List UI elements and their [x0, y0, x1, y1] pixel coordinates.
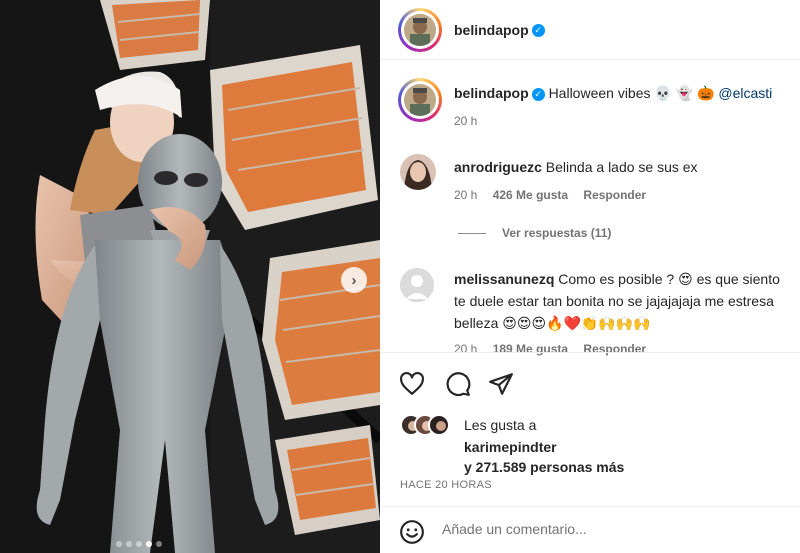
verified-badge-icon: ✓	[531, 24, 545, 38]
comment-text: Belinda a lado se sus ex	[545, 159, 698, 175]
comment-likes[interactable]: 426 Me gusta	[493, 188, 568, 202]
liked-by-avatars	[400, 414, 460, 442]
action-bar	[380, 352, 800, 412]
carousel-dot	[136, 541, 142, 547]
heart-icon[interactable]	[399, 371, 425, 397]
comment-item: melissanunezq Como es posible ? 😍 es que…	[380, 262, 800, 356]
comment-text-line3: belleza	[454, 315, 499, 331]
reply-button[interactable]: Responder	[583, 188, 646, 202]
carousel-dot	[126, 541, 132, 547]
view-replies-label: Ver respuestas (11)	[502, 226, 612, 240]
liked-by-username[interactable]: karimepindter	[464, 439, 557, 455]
caption-time: 20 h	[454, 114, 478, 128]
avatar	[404, 14, 436, 46]
avatar[interactable]	[400, 268, 434, 302]
comment-username[interactable]: anrodriguezc	[454, 159, 542, 175]
avatar	[404, 84, 436, 116]
caption-row: belindapop ✓ Halloween vibes 💀 👻 🎃 @elcas…	[380, 72, 800, 132]
comment-text-line2: te duele estar tan bonita no se jajajaja…	[454, 293, 774, 309]
post-side-panel: belindapop ✓ belindapop ✓ Halloween vibes …	[380, 0, 800, 553]
photo-illustration	[0, 0, 380, 553]
carousel-dots	[116, 541, 162, 547]
likes-count-row: y 271.589 personas más	[464, 456, 624, 478]
comment-body: melissanunezq Como es posible ? 😍 es que…	[454, 268, 800, 334]
comment-emoji: 😍	[678, 271, 693, 287]
view-replies-button[interactable]: Ver respuestas (11)	[458, 226, 611, 240]
header-username[interactable]: belindapop	[454, 22, 529, 38]
story-ring[interactable]	[398, 78, 442, 122]
header-username-row: belindapop ✓	[454, 22, 545, 40]
likes-count-link[interactable]: y 271.589 personas más	[464, 459, 624, 475]
caption-text: belindapop ✓ Halloween vibes 💀 👻 🎃 @elcas…	[454, 82, 772, 104]
carousel-dot	[156, 541, 162, 547]
caption-body: Halloween vibes	[548, 85, 651, 101]
carousel-dot-active	[146, 541, 152, 547]
comment-item: anrodriguezc Belinda a lado se sus ex 20…	[380, 150, 800, 250]
likes-user-row: karimepindter	[464, 436, 557, 458]
comment-text-line1: Como es posible ?	[558, 271, 675, 287]
comment-bar	[380, 506, 800, 553]
carousel-dot	[116, 541, 122, 547]
comment-emojis: 😍😍😍🔥❤️👏🙌🙌🙌	[502, 315, 651, 331]
verified-badge-icon: ✓	[531, 87, 545, 101]
comment-meta: 20 h 426 Me gusta Responder	[454, 188, 646, 202]
caption-mention-link[interactable]: @elcasti	[718, 85, 772, 101]
comment-time: 20 h	[454, 188, 478, 202]
avatar	[428, 414, 450, 436]
comment-text-line1b: es que siento	[696, 271, 780, 287]
carousel-next-button[interactable]: ›	[341, 267, 367, 293]
likes-prefix: Les gusta a	[464, 417, 537, 433]
post-header: belindapop ✓	[380, 0, 800, 60]
comment-icon[interactable]	[445, 371, 471, 397]
emoji-icon[interactable]	[399, 519, 425, 545]
post-photo[interactable]: ›	[0, 0, 380, 553]
comment-body: anrodriguezc Belinda a lado se sus ex	[454, 156, 698, 178]
comment-username[interactable]: melissanunezq	[454, 271, 554, 287]
replies-line	[458, 233, 486, 235]
caption-emojis: 💀 👻 🎃	[654, 85, 715, 101]
send-icon[interactable]	[488, 371, 514, 397]
story-ring[interactable]	[398, 8, 442, 52]
comment-input[interactable]	[442, 521, 782, 537]
post-timestamp: HACE 20 HORAS	[400, 479, 492, 491]
avatar[interactable]	[400, 154, 436, 190]
chevron-right-icon: ›	[351, 271, 357, 289]
caption-username[interactable]: belindapop	[454, 85, 529, 101]
